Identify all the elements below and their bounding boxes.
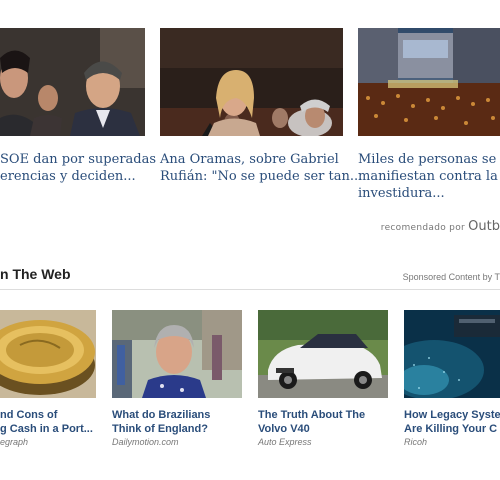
sponsored-thumb-1[interactable] [0, 310, 96, 398]
gold-coin-photo [0, 310, 96, 398]
sponsored-thumb-4[interactable] [404, 310, 500, 398]
woman-parliament-photo [160, 28, 343, 136]
section-heading: n The Web [0, 266, 71, 282]
outbrain-logo: Outb [468, 219, 500, 234]
sponsored-title-3[interactable]: The Truth About The Volvo V40 [258, 408, 365, 436]
rec-title-1[interactable]: SOE dan por superadas erencias y deciden… [0, 151, 156, 185]
sponsored-title-4[interactable]: How Legacy Syste Are Killing Your C [404, 408, 500, 436]
sponsored-source-3: Auto Express [258, 437, 312, 447]
rec-title-2[interactable]: Ana Oramas, sobre Gabriel Rufián: "No se… [160, 151, 362, 185]
sponsored-title-2[interactable]: What do Brazilians Think of England? [112, 408, 210, 436]
attribution-text: recomendado por [380, 223, 465, 233]
outbrain-attribution[interactable]: recomendado por Outb [381, 219, 500, 234]
rec-thumb-3[interactable] [358, 28, 500, 136]
tech-blue-photo [404, 310, 500, 398]
sponsored-title-1[interactable]: nd Cons of g Cash in a Port... [0, 408, 93, 436]
sponsored-thumb-2[interactable] [112, 310, 242, 398]
crowd-protest-photo [358, 28, 500, 136]
rec-thumb-1[interactable] [0, 28, 145, 136]
sponsored-source-1: egraph [0, 437, 29, 447]
sponsored-thumb-3[interactable] [258, 310, 388, 398]
rec-title-3[interactable]: Miles de personas se manifiestan contra … [358, 151, 498, 202]
rec-thumb-2[interactable] [160, 28, 343, 136]
sponsored-label[interactable]: Sponsored Content by T [403, 272, 500, 282]
sponsored-source-4: Ricoh [404, 437, 428, 447]
section-divider [0, 289, 500, 290]
white-car-photo [258, 310, 388, 398]
street-woman-photo [112, 310, 242, 398]
sponsored-source-2: Dailymotion.com [112, 437, 179, 447]
politicians-photo [0, 28, 145, 136]
